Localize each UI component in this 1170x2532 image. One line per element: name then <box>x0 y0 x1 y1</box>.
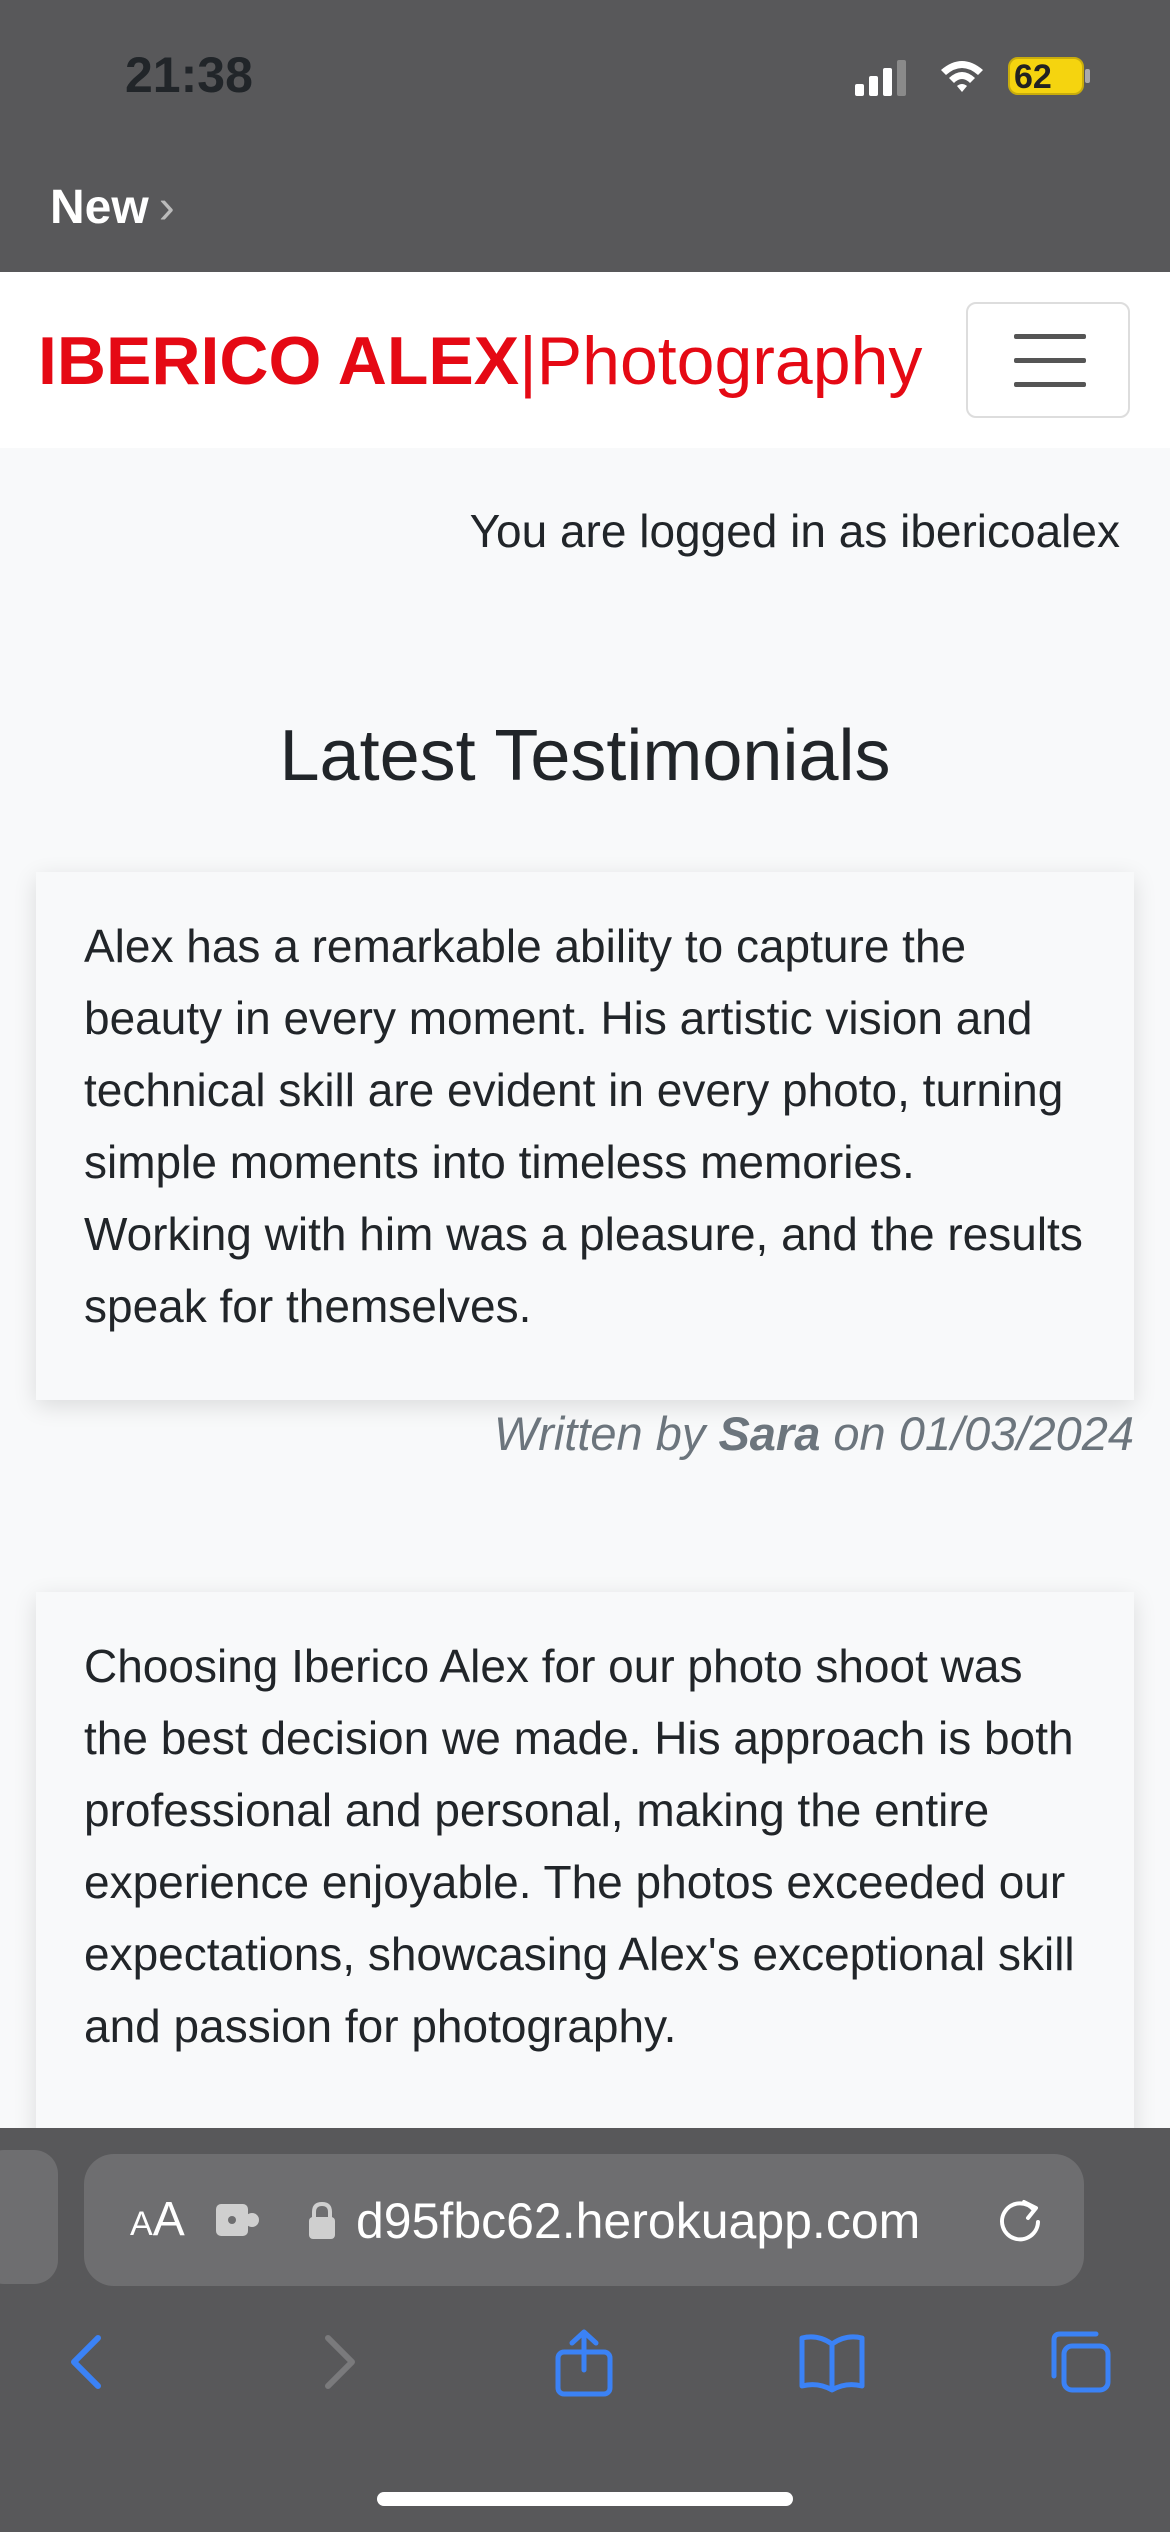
testimonial-card: Choosing Iberico Alex for our photo shoo… <box>36 1592 1134 2152</box>
forward-arrow-icon[interactable] <box>302 2326 374 2398</box>
testimonial-card: Alex has a remarkable ability to capture… <box>36 872 1134 1400</box>
status-time: 21:38 <box>125 47 253 103</box>
extension-icon[interactable] <box>214 2200 262 2240</box>
page-title: Latest Testimonials <box>279 716 891 796</box>
cellular-signal-icon <box>855 60 906 96</box>
status-bar <box>0 0 1170 272</box>
hamburger-icon-bar <box>1014 382 1086 387</box>
lock-icon <box>309 2201 335 2239</box>
battery-level: 62 <box>1014 58 1052 96</box>
byline-prefix: Written by <box>493 1407 706 1460</box>
chevron-right-icon: › <box>158 181 175 234</box>
url-text[interactable]: d95fbc62.herokuapp.com <box>356 2192 920 2250</box>
page-settings-button[interactable]: AA <box>130 2192 185 2247</box>
hamburger-icon <box>1014 334 1086 339</box>
testimonial-byline: Written by Sara on 01/03/2024 <box>494 1406 1134 1461</box>
brand-logo[interactable]: IBERICO ALEX|Photography <box>38 322 922 400</box>
date-prefix: on <box>833 1407 886 1460</box>
share-icon[interactable] <box>548 2326 620 2398</box>
back-to-app-label: New <box>50 181 149 234</box>
aa-small: A <box>130 2205 153 2243</box>
testimonial-date: 01/03/2024 <box>898 1407 1134 1460</box>
home-indicator <box>377 2492 793 2506</box>
back-arrow-icon[interactable] <box>52 2326 124 2398</box>
aa-large: A <box>152 2193 185 2246</box>
wifi-icon <box>941 61 983 92</box>
tabs-icon[interactable] <box>1044 2326 1116 2398</box>
testimonial-text: Alex has a remarkable ability to capture… <box>84 920 1083 1332</box>
testimonial-text: Choosing Iberico Alex for our photo shoo… <box>84 1640 1075 2052</box>
brand-name-bold: IBERICO ALEX <box>38 323 520 399</box>
brand-separator: | <box>519 323 537 399</box>
testimonial-author: Sara <box>718 1407 821 1460</box>
brand-name-thin: Photography <box>536 323 923 399</box>
bookmarks-icon[interactable] <box>796 2326 868 2398</box>
reload-icon[interactable] <box>994 2194 1046 2246</box>
login-status: You are logged in as ibericoalex <box>469 505 1120 557</box>
hamburger-icon-bar <box>1014 358 1086 363</box>
menu-toggle-button[interactable] <box>966 302 1130 418</box>
previous-tab-preview[interactable] <box>0 2150 58 2284</box>
back-to-app-link[interactable]: New › <box>50 180 175 235</box>
